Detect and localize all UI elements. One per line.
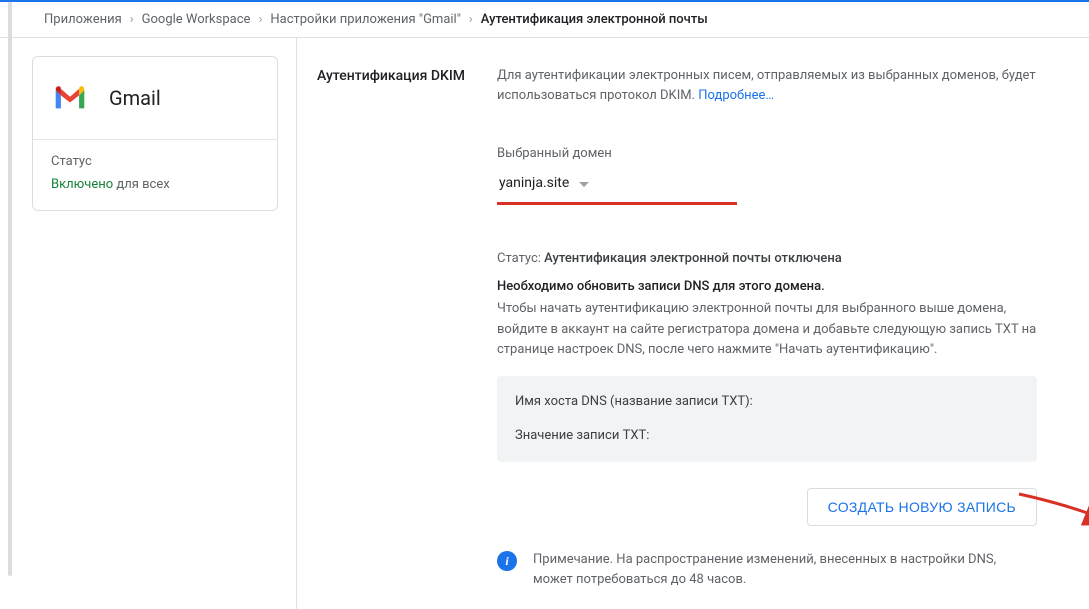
- status-value: Включено для всех: [51, 177, 259, 192]
- propagation-note: Примечание. На распространение изменений…: [533, 550, 1037, 589]
- domain-field-label: Выбранный домен: [497, 144, 1057, 164]
- chevron-down-icon: [579, 182, 589, 187]
- auth-status-line: Статус: Аутентификация электронной почты…: [497, 249, 1057, 269]
- gmail-icon: [53, 85, 87, 111]
- chevron-right-icon: ›: [258, 12, 262, 27]
- create-record-button[interactable]: СОЗДАТЬ НОВУЮ ЗАПИСЬ: [807, 488, 1037, 526]
- breadcrumb-item[interactable]: Настройки приложения "Gmail": [270, 12, 461, 27]
- app-title: Gmail: [109, 86, 161, 110]
- dns-value-label: Значение записи TXT:: [515, 426, 1019, 446]
- status-label: Статус: [51, 154, 259, 169]
- learn-more-link[interactable]: Подробнее…: [698, 88, 774, 103]
- chevron-right-icon: ›: [469, 12, 473, 27]
- breadcrumb: Приложения › Google Workspace › Настройк…: [0, 2, 1089, 38]
- info-icon: i: [497, 551, 517, 571]
- dns-update-title: Необходимо обновить записи DNS для этого…: [497, 277, 1057, 297]
- dns-host-label: Имя хоста DNS (название записи TXT):: [515, 392, 1019, 412]
- red-underline-annotation: [497, 202, 737, 205]
- section-title: Аутентификация DKIM: [317, 66, 497, 589]
- domain-value: yaninja.site: [499, 173, 569, 195]
- left-accent-bar: [8, 2, 12, 576]
- breadcrumb-current: Аутентификация электронной почты: [481, 12, 708, 27]
- domain-select[interactable]: yaninja.site: [497, 170, 717, 200]
- dns-update-text: Чтобы начать аутентификацию электронной …: [497, 299, 1037, 359]
- breadcrumb-item[interactable]: Google Workspace: [142, 12, 251, 27]
- dns-record-box: Имя хоста DNS (название записи TXT): Зна…: [497, 376, 1037, 462]
- app-status-card: Gmail Статус Включено для всех: [32, 56, 278, 211]
- breadcrumb-item[interactable]: Приложения: [44, 12, 122, 27]
- chevron-right-icon: ›: [130, 12, 134, 27]
